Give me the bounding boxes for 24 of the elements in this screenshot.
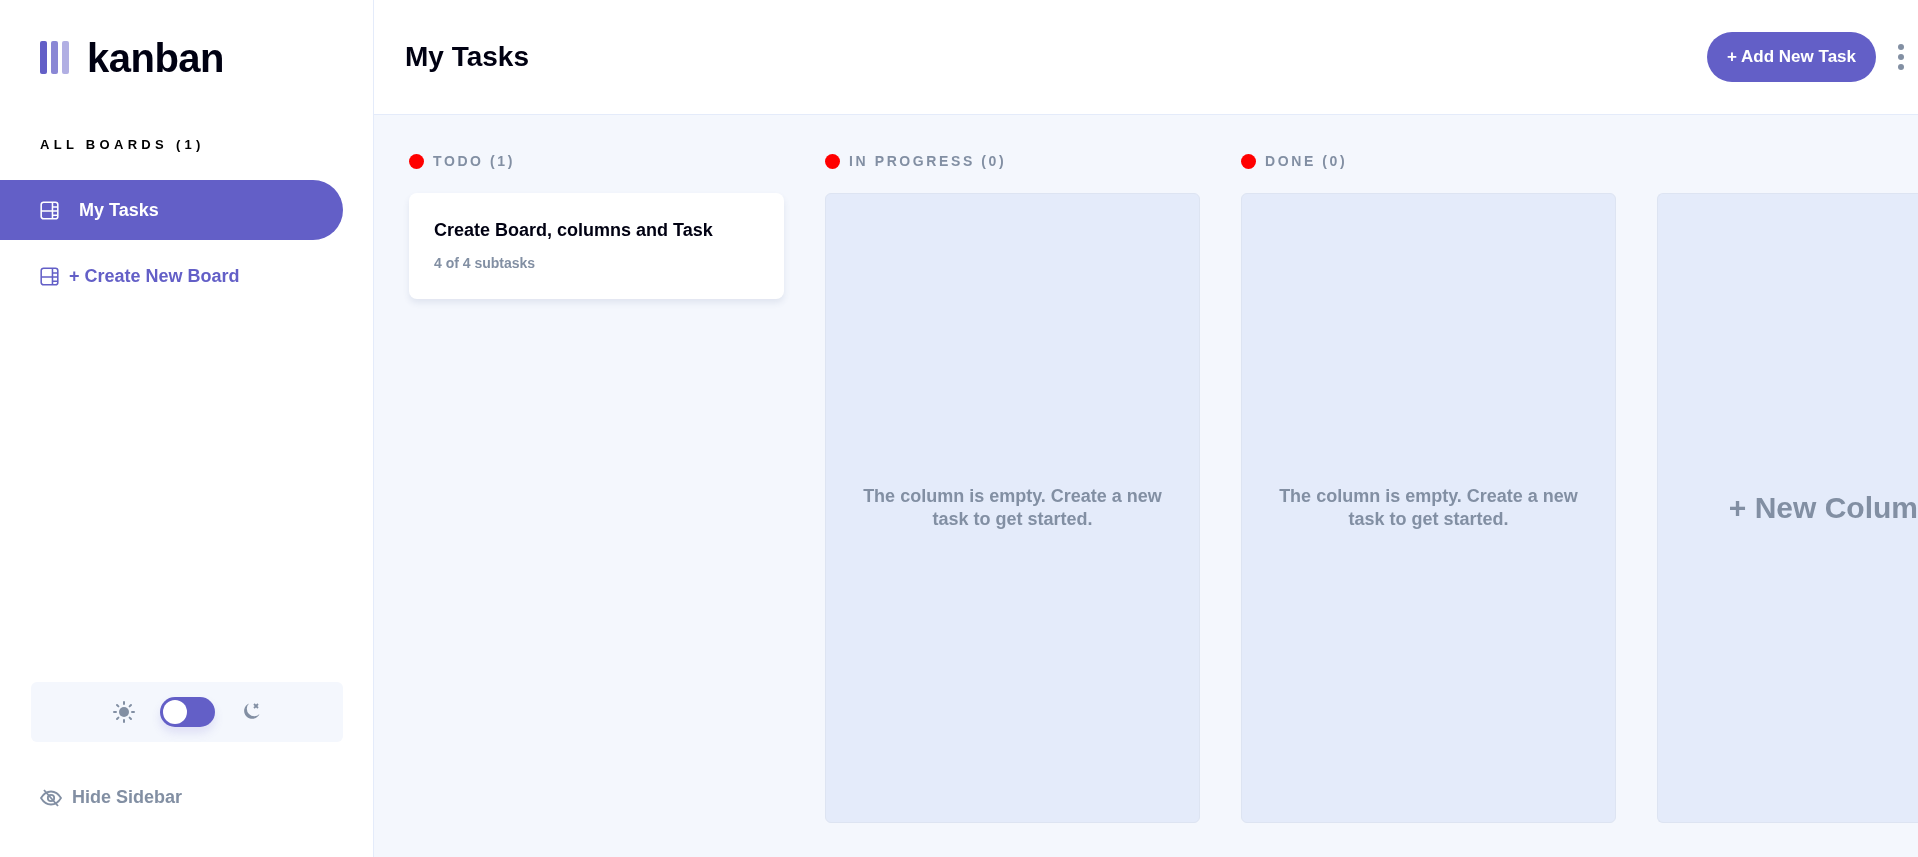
- add-task-button[interactable]: + Add New Task: [1707, 32, 1876, 82]
- eye-slash-icon: [40, 788, 62, 807]
- create-board-link[interactable]: + Create New Board: [0, 265, 373, 287]
- column-title: IN PROGRESS (0): [849, 153, 1007, 169]
- new-column-button[interactable]: + New Colum: [1657, 193, 1918, 823]
- column-title: DONE (0): [1265, 153, 1348, 169]
- board-item[interactable]: My Tasks: [0, 180, 343, 240]
- theme-toggle[interactable]: [160, 697, 215, 727]
- hide-sidebar-button[interactable]: Hide Sidebar: [40, 787, 373, 808]
- task-card[interactable]: Create Board, columns and Task 4 of 4 subtasks: [409, 193, 784, 299]
- board-icon: [40, 266, 59, 286]
- sun-icon: [113, 701, 135, 723]
- more-options-icon[interactable]: [1898, 44, 1904, 70]
- boards-heading: ALL BOARDS (1): [40, 137, 206, 152]
- board-title: My Tasks: [405, 41, 530, 73]
- toggle-thumb[interactable]: [163, 700, 187, 724]
- task-title: Create Board, columns and Task: [434, 220, 714, 241]
- logo-icon: [40, 41, 70, 74]
- logo-text: kanban: [87, 37, 225, 78]
- column-title: TODO (1): [433, 153, 515, 169]
- empty-message: The column is empty. Create a new task to get started.: [1278, 484, 1579, 531]
- empty-message: The column is empty. Create a new task to get started.: [862, 484, 1163, 531]
- board-icon: [40, 200, 59, 220]
- subtask-count: 4 of 4 subtasks: [434, 255, 537, 271]
